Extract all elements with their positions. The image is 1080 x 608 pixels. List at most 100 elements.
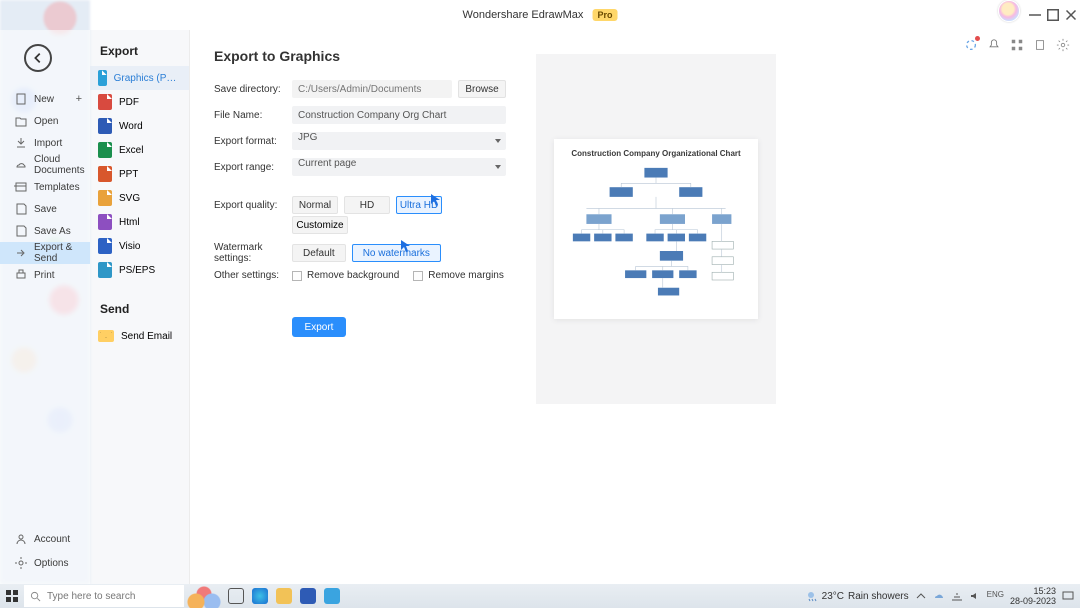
checkbox-icon <box>292 271 302 281</box>
quick-action-bar <box>964 36 1070 54</box>
bell-icon[interactable] <box>987 38 1001 52</box>
export-cat-graphics-png-jpg-e-[interactable]: Graphics (PNG, JPG e... <box>90 66 189 90</box>
remove-bg-label: Remove background <box>307 270 399 281</box>
chart-title: Construction Company Organizational Char… <box>571 149 740 158</box>
tray-onedrive-icon[interactable] <box>933 590 945 602</box>
watermark-option-no-watermarks[interactable]: No watermarks <box>352 244 441 262</box>
org-chart-svg <box>564 164 748 309</box>
panel-title: Export to Graphics <box>214 48 506 64</box>
file-type-icon <box>98 166 112 182</box>
menu-item-icon <box>14 180 28 194</box>
export-cat-label: Word <box>119 121 143 132</box>
menu-item-save-as[interactable]: Save As <box>0 220 90 242</box>
send-item-label: Send Email <box>121 331 172 342</box>
menu-item-label: Save <box>34 204 57 215</box>
menu-item-icon <box>14 556 28 570</box>
save-directory-input[interactable] <box>292 80 452 98</box>
menu-item-save[interactable]: Save <box>0 198 90 220</box>
task-view-button[interactable] <box>224 584 248 608</box>
quality-option-hd[interactable]: HD <box>344 196 390 214</box>
sync-icon[interactable] <box>964 38 978 52</box>
file-type-icon <box>98 94 112 110</box>
export-cat-visio[interactable]: Visio <box>90 234 189 258</box>
close-button[interactable] <box>1062 0 1080 30</box>
export-cat-svg[interactable]: SVG <box>90 186 189 210</box>
remove-margins-checkbox[interactable]: Remove margins <box>413 270 504 281</box>
export-cat-label: Html <box>119 217 140 228</box>
file-type-icon <box>98 70 107 86</box>
menu-item-options[interactable]: Options <box>0 552 90 574</box>
menu-item-icon <box>14 532 28 546</box>
export-range-select[interactable]: Current page <box>292 158 506 176</box>
file-type-icon <box>98 190 112 206</box>
maximize-button[interactable] <box>1044 0 1062 30</box>
mail-icon <box>98 330 114 342</box>
file-type-icon <box>98 262 112 278</box>
tray-network-icon[interactable] <box>951 590 963 602</box>
export-button[interactable]: Export <box>292 317 346 337</box>
edge-taskbar-icon[interactable] <box>248 584 272 608</box>
menu-item-icon <box>14 136 28 150</box>
menu-item-new[interactable]: New+ <box>0 88 90 110</box>
taskbar-clock[interactable]: 15:23 28-09-2023 <box>1010 586 1056 606</box>
export-categories-panel: Export Graphics (PNG, JPG e...PDFWordExc… <box>90 30 190 584</box>
export-cat-html[interactable]: Html <box>90 210 189 234</box>
menu-item-open[interactable]: Open <box>0 110 90 132</box>
menu-item-templates[interactable]: Templates <box>0 176 90 198</box>
menu-item-icon <box>14 268 28 282</box>
menu-item-icon <box>14 114 28 128</box>
menu-item-label: Account <box>34 534 70 545</box>
word-taskbar-icon[interactable] <box>296 584 320 608</box>
edrawmax-taskbar-icon[interactable] <box>320 584 344 608</box>
menu-item-icon <box>14 92 28 106</box>
send-item-send-email[interactable]: Send Email <box>90 324 189 348</box>
menu-item-account[interactable]: Account <box>0 528 90 550</box>
user-avatar[interactable] <box>998 0 1020 22</box>
apps-icon[interactable] <box>1010 38 1024 52</box>
quality-option-ultra-hd[interactable]: Ultra HD <box>396 196 442 214</box>
taskbar-weather[interactable]: 23°C Rain showers <box>806 590 909 602</box>
export-format-select[interactable]: JPG <box>292 132 506 150</box>
menu-item-label: Import <box>34 138 62 149</box>
menu-item-import[interactable]: Import <box>0 132 90 154</box>
remove-background-checkbox[interactable]: Remove background <box>292 270 399 281</box>
file-type-icon <box>98 238 112 254</box>
export-cat-word[interactable]: Word <box>90 114 189 138</box>
app-title-label: Wondershare EdrawMax <box>463 9 584 21</box>
menu-item-label: Cloud Documents <box>34 154 90 176</box>
export-cat-ps-eps[interactable]: PS/EPS <box>90 258 189 282</box>
export-cat-label: SVG <box>119 193 140 204</box>
export-cat-label: PPT <box>119 169 138 180</box>
file-type-icon <box>98 142 112 158</box>
explorer-taskbar-icon[interactable] <box>272 584 296 608</box>
preview-panel: Construction Company Organizational Char… <box>530 30 1080 584</box>
customize-button[interactable]: Customize <box>292 216 348 234</box>
tray-chevron-up-icon[interactable] <box>915 590 927 602</box>
tray-volume-icon[interactable] <box>969 590 981 602</box>
action-center-icon[interactable] <box>1062 590 1074 602</box>
tray-language-icon[interactable]: ENG <box>987 590 1004 602</box>
taskbar-search[interactable]: Type here to search <box>24 585 184 607</box>
menu-item-print[interactable]: Print <box>0 264 90 286</box>
export-options-panel: Export to Graphics Save directory: Brows… <box>190 30 530 584</box>
windows-taskbar: Type here to search 23°C Rain showers EN… <box>0 584 1080 608</box>
settings-gear-icon[interactable] <box>1056 38 1070 52</box>
menu-item-export-send[interactable]: Export & Send <box>0 242 90 264</box>
file-name-input[interactable] <box>292 106 506 124</box>
browse-button[interactable]: Browse <box>458 80 506 98</box>
minimize-button[interactable] <box>1026 0 1044 30</box>
export-cat-label: Visio <box>119 241 141 252</box>
start-button[interactable] <box>0 584 24 608</box>
menu-item-cloud-documents[interactable]: Cloud Documents <box>0 154 90 176</box>
quality-option-normal[interactable]: Normal <box>292 196 338 214</box>
notification-dot <box>975 36 980 41</box>
export-cat-pdf[interactable]: PDF <box>90 90 189 114</box>
export-cat-ppt[interactable]: PPT <box>90 162 189 186</box>
export-cat-excel[interactable]: Excel <box>90 138 189 162</box>
export-range-label: Export range: <box>214 162 292 173</box>
back-button[interactable] <box>24 44 52 72</box>
taskbar-time: 15:23 <box>1033 586 1056 596</box>
clipboard-icon[interactable] <box>1033 38 1047 52</box>
menu-item-label: Open <box>34 116 58 127</box>
watermark-option-default[interactable]: Default <box>292 244 346 262</box>
